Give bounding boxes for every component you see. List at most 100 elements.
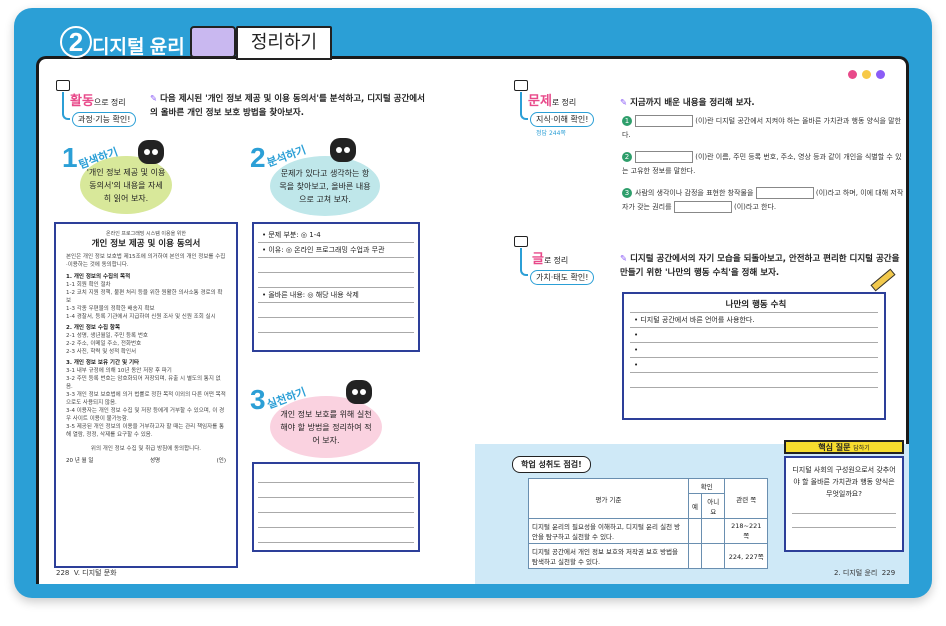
- q3-blank-2[interactable]: [673, 201, 732, 213]
- consent-s2c: 2-3 사진, 학력 및 성적 확인서: [66, 349, 137, 355]
- section-subtitle: 정리하기: [236, 26, 332, 60]
- pencil-icon: ✎: [620, 98, 628, 108]
- consent-document: 온라인 프로그래밍 시스템 이용을 위한 개인 정보 제공 및 이용 동의서 본…: [54, 222, 238, 568]
- answer-line[interactable]: [258, 303, 414, 318]
- consent-s3a: 3-1 내부 규정에 의해 10년 동안 저장 후 파기: [66, 368, 172, 374]
- consent-title: 개인 정보 제공 및 이용 동의서: [91, 239, 201, 249]
- analysis-reason: • 이유: ◎ 온라인 프로그래밍 수업과 무관: [258, 243, 414, 258]
- check-title: 학업 성취도 점검!: [512, 456, 591, 473]
- pencil-icon: ✎: [620, 254, 628, 264]
- col-no: 아니요: [700, 493, 726, 519]
- key-sub: 답하기: [853, 445, 870, 452]
- row1-no[interactable]: [700, 518, 726, 544]
- consent-date: 20 년 월 일: [66, 458, 94, 464]
- q1-marker: 1: [622, 116, 632, 126]
- right-section: 2. 디지털 윤리: [834, 569, 878, 577]
- section-title: 디지털 윤리: [92, 37, 185, 58]
- step1-number: 1: [62, 142, 78, 173]
- answer-line[interactable]: [258, 318, 414, 333]
- right-page-number: 229: [881, 569, 896, 577]
- step1-bubble: '개인 정보 제공 및 이용 동의서'의 내용을 자세히 읽어 보자.: [80, 156, 172, 214]
- row1-criteria: 디지털 윤리의 필요성을 이해하고, 디지털 윤리 실천 방안을 탐구하고 실천…: [528, 518, 689, 544]
- writing-pill: 가치·태도 확인!: [530, 270, 595, 285]
- section-bracket: [62, 92, 70, 120]
- section-number: 2: [60, 26, 92, 58]
- row2-criteria: 디지털 공간에서 개인 정보 보호와 저작권 보호 방법을 탐색하고 실천할 수…: [528, 543, 689, 569]
- consent-s1: 1. 개인 정보의 수집의 목적: [66, 274, 131, 280]
- folder-icon: [56, 80, 70, 91]
- row2-page: 224, 227쪽: [724, 543, 768, 569]
- col-page: 관련 쪽: [724, 478, 768, 519]
- step3-number: 3: [250, 384, 266, 415]
- q3-text-c: (이)라고 한다.: [734, 203, 777, 211]
- consent-sub: 온라인 프로그래밍 시스템 이용을 위한: [106, 231, 186, 237]
- bot-icon: [346, 380, 372, 404]
- answer-line[interactable]: [258, 498, 414, 513]
- consent-s3b: 3-2 주민 등록 번호는 암호화되어 저장되며, 유출 시 별도의 통지 없음…: [66, 376, 221, 390]
- consent-s3: 3. 개인 정보 보유 기간 및 기타: [66, 360, 140, 366]
- q2-blank[interactable]: [635, 151, 693, 163]
- consent-s3e: 3-5 제공된 개인 정보의 이용을 거부하고자 할 때는 관리 책임자를 통해…: [66, 424, 225, 438]
- answer-line[interactable]: [792, 514, 896, 528]
- section-bracket: [520, 92, 528, 120]
- practice-box: [252, 462, 420, 552]
- consent-seal: (인): [216, 458, 226, 464]
- answer-line[interactable]: [258, 273, 414, 288]
- problem-ref: 정답 244쪽: [536, 130, 566, 137]
- window-dots: [848, 64, 890, 83]
- consent-s1d: 1-4 경찰서, 등록 기관에서 지급하여 신원 조사 및 신원 조회 실시: [66, 314, 216, 320]
- consent-s1c: 1-3 각종 우편물의 정확한 배송지 확보: [66, 306, 155, 312]
- writing-label-suffix: 로 정리: [543, 256, 569, 265]
- col-yes: 예: [688, 493, 702, 519]
- consent-s3d: 3-4 이용자는 개인 정보 수집 및 저장 등에게 거부할 수 있으며, 이 …: [66, 408, 225, 422]
- q1-blank[interactable]: [635, 115, 693, 127]
- answer-line[interactable]: [258, 483, 414, 498]
- consent-s2a: 2-1 성명, 생년월일, 주민 등록 번호: [66, 333, 148, 339]
- left-page-number: 228: [56, 569, 70, 577]
- problem-label-suffix: 로 정리: [551, 98, 577, 107]
- consent-name: 성명: [149, 458, 161, 464]
- bot-icon: [138, 140, 164, 164]
- col-criteria: 평가 기준: [528, 478, 689, 519]
- writing-label: 글: [532, 251, 544, 266]
- left-section: V. 디지털 문화: [73, 569, 117, 577]
- bot-icon: [330, 138, 356, 162]
- answer-line[interactable]: [792, 500, 896, 514]
- problem-pill: 지식·이해 확인!: [530, 112, 595, 127]
- q2-marker: 2: [622, 152, 632, 162]
- analysis-fix: • 올바른 내용: ◎ 해당 내용 삭제: [258, 288, 414, 303]
- row2-no[interactable]: [700, 543, 726, 569]
- problem-intro: 지금까지 배운 내용을 정리해 보자.: [630, 98, 755, 108]
- answer-line[interactable]: [258, 468, 414, 483]
- analysis-problem: • 문제 부분: ◎ 1-4: [258, 228, 414, 243]
- answer-line[interactable]: [630, 373, 878, 388]
- answer-line[interactable]: •: [630, 343, 878, 358]
- answer-line[interactable]: [258, 528, 414, 543]
- rules-title: 나만의 행동 수칙: [630, 298, 878, 313]
- consent-s1a: 1-1 회원 확인 절차: [66, 282, 111, 288]
- activity-label-suffix: 으로 정리: [93, 98, 126, 107]
- q3-blank-1[interactable]: [755, 187, 814, 199]
- answer-line[interactable]: •: [630, 358, 878, 373]
- robot-icon: [190, 26, 236, 58]
- consent-s1b: 1-2 코치 지원 정책, 불편 처리 등을 위한 원활한 의사소통 경로의 확…: [66, 290, 223, 304]
- step2-number: 2: [250, 142, 266, 173]
- consent-s2b: 2-2 주소, 이메일 주소, 전화번호: [66, 341, 142, 347]
- answer-line[interactable]: [258, 258, 414, 273]
- rules-box: 나만의 행동 수칙 • 디지털 공간에서 바른 언어를 사용한다. • • •: [622, 292, 886, 420]
- rule-1: • 디지털 공간에서 바른 언어를 사용한다.: [630, 313, 878, 328]
- key-title: 핵심 질문: [818, 443, 851, 452]
- row2-yes[interactable]: [688, 543, 702, 569]
- answer-line[interactable]: •: [630, 328, 878, 343]
- step3-bubble: 개인 정보 보호를 위해 실천해야 할 방법을 정리하여 적어 보자.: [270, 396, 382, 458]
- answer-line[interactable]: [258, 513, 414, 528]
- folder-icon: [514, 80, 528, 91]
- consent-agree: 위의 개인 정보 수집 및 취급 방침에 동의합니다.: [90, 446, 202, 452]
- table-row: 디지털 공간에서 개인 정보 보호와 저작권 보호 방법을 탐색하고 실천할 수…: [528, 543, 768, 569]
- problem-label: 문제: [528, 93, 552, 108]
- row1-page: 218~221쪽: [724, 518, 768, 544]
- row1-yes[interactable]: [688, 518, 702, 544]
- q3-text-a: 사람의 생각이나 감정을 표현한 창작물을: [635, 189, 754, 197]
- check-table: 평가 기준 확인 관련 쪽 예 아니요 디지털 윤리의 필요성을 이해하고, 디지…: [528, 478, 768, 569]
- activity-pill: 과정·기능 확인!: [72, 112, 137, 127]
